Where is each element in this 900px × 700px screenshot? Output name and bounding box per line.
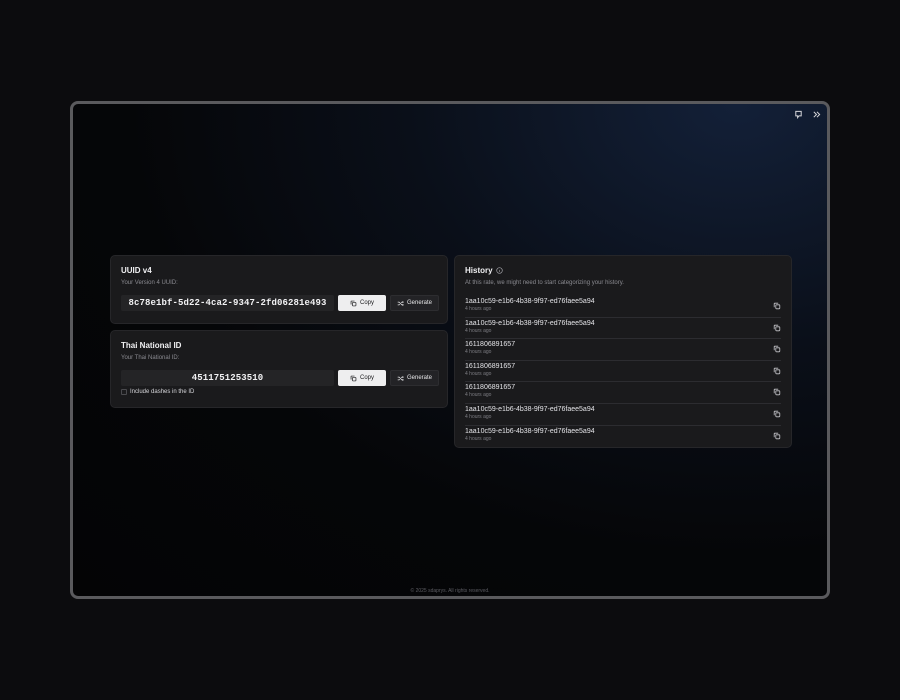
copy-icon[interactable] [773,388,781,396]
shuffle-icon [397,375,404,381]
uuid-card-title: UUID v4 [121,266,152,275]
history-item: 1aa10c59-e1b6-4b38-9f97-ed76faee5a94 4 ho… [465,426,781,448]
copy-icon[interactable] [773,410,781,418]
github-icon[interactable] [794,110,803,119]
history-item: 1aa10c59-e1b6-4b38-9f97-ed76faee5a94 4 ho… [465,296,781,318]
thai-id-card: Thai National ID Your Thai National ID: … [110,330,448,408]
copy-icon [350,375,357,381]
history-item-value: 1611806891657 [465,384,516,392]
history-item-time: 4 hours ago [465,349,492,356]
thai-id-generate-label: Generate [406,375,433,381]
copy-icon[interactable] [773,432,781,440]
history-card: History At this rate, we might need to s… [454,255,792,448]
copy-icon[interactable] [773,367,781,375]
thai-id-card-subtitle: Your Thai National ID: [121,355,180,361]
history-item-value: 1aa10c59-e1b6-4b38-9f97-ed76faee5a94 [465,319,595,327]
thai-id-copy-button[interactable]: Copy [338,370,386,386]
uuid-generate-label: Generate [406,300,433,306]
history-item-time: 4 hours ago [465,306,492,312]
thai-id-card-title: Thai National ID [121,341,182,350]
history-item-value: 1611806891657 [465,362,516,370]
chevrons-right-icon[interactable] [812,110,821,119]
uuid-card: UUID v4 Your Version 4 UUID: 8c78e1bf-5d… [110,255,448,324]
history-item: 1611806891657 4 hours ago [465,361,781,383]
shuffle-icon [397,300,404,306]
history-item: 1aa10c59-e1b6-4b38-9f97-ed76faee5a94 4 ho… [465,318,781,340]
uuid-card-subtitle: Your Version 4 UUID: [121,280,178,286]
copy-icon[interactable] [773,345,781,353]
history-item-time: 4 hours ago [465,370,492,377]
thai-id-value-row: 4511751253510 Copy Generate [121,370,439,386]
history-item-value: 1aa10c59-e1b6-4b38-9f97-ed76faee5a94 [465,405,595,413]
footer-copyright: © 2025 sdaprys. All rights reserved. [410,588,490,594]
include-dashes-label: Include dashes in the ID [130,389,195,395]
uuid-copy-label: Copy [359,300,374,306]
history-title: History [465,266,493,275]
history-item-value: 1611806891657 [465,341,516,349]
history-header: History [465,266,781,275]
app-window: UUID v4 Your Version 4 UUID: 8c78e1bf-5d… [70,101,830,599]
uuid-value[interactable]: 8c78e1bf-5d22-4ca2-9347-2fd06281e493 [121,295,334,311]
uuid-value-row: 8c78e1bf-5d22-4ca2-9347-2fd06281e493 Cop… [121,295,439,311]
copy-icon [350,300,357,306]
uuid-generate-button[interactable]: Generate [390,295,439,311]
history-item-time: 4 hours ago [465,435,492,442]
copy-icon[interactable] [773,302,781,310]
history-item-value: 1aa10c59-e1b6-4b38-9f97-ed76faee5a94 [465,427,595,435]
include-dashes-checkbox[interactable] [121,389,127,395]
history-item: 1611806891657 4 hours ago [465,382,781,404]
uuid-copy-button[interactable]: Copy [338,295,386,311]
thai-id-generate-button[interactable]: Generate [390,370,439,386]
history-item-time: 4 hours ago [465,413,492,420]
history-list: 1aa10c59-e1b6-4b38-9f97-ed76faee5a94 4 ho… [465,296,781,447]
include-dashes-option[interactable]: Include dashes in the ID [121,389,194,395]
header-actions [794,110,821,119]
info-icon[interactable] [495,267,503,274]
history-item-time: 4 hours ago [465,327,492,334]
thai-id-copy-label: Copy [359,375,374,381]
history-subtitle: At this rate, we might need to start cat… [465,280,624,286]
copy-icon[interactable] [773,324,781,332]
history-item-value: 1aa10c59-e1b6-4b38-9f97-ed76faee5a94 [465,298,595,305]
thai-id-value[interactable]: 4511751253510 [121,370,334,386]
history-item: 1611806891657 4 hours ago [465,339,781,361]
history-item-time: 4 hours ago [465,392,492,399]
history-item: 1aa10c59-e1b6-4b38-9f97-ed76faee5a94 4 ho… [465,404,781,426]
